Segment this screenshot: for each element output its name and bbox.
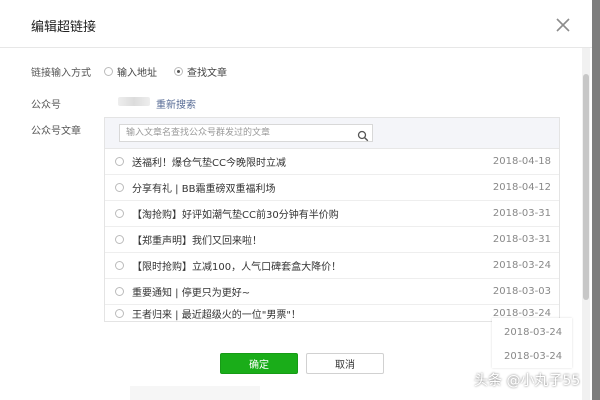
article-row[interactable]: 王者归来 | 最近超级火的一位"男票"！ 2018-03-24 xyxy=(105,300,559,326)
close-icon[interactable] xyxy=(552,14,574,36)
article-list-panel: 送福利！爆仓气垫CC今晚限时立减 2018-04-18 分享有礼 | BB霜重磅… xyxy=(104,117,560,322)
radio-unchecked-icon xyxy=(115,208,124,218)
radio-unchecked-icon xyxy=(115,234,124,244)
articles-label: 公众号文章 xyxy=(31,126,81,137)
article-title: 送福利！爆仓气垫CC今晚限时立减 xyxy=(132,157,286,169)
account-name-redacted xyxy=(118,97,150,106)
radio-enter-address-label: 输入地址 xyxy=(117,68,157,79)
article-date: 2018-04-12 xyxy=(492,181,551,193)
article-date: 2018-03-31 xyxy=(492,233,551,245)
radio-find-article[interactable]: 查找文章 xyxy=(174,64,227,79)
article-date: 2018-03-24 xyxy=(492,259,551,271)
article-date: 2018-04-18 xyxy=(492,155,551,167)
radio-unchecked-icon xyxy=(104,67,113,76)
article-row[interactable]: 【郑重声明】我们又回来啦！ 2018-03-31 xyxy=(105,226,559,253)
title-divider xyxy=(0,47,592,48)
article-date: 2018-03-24 xyxy=(504,327,563,338)
dialog-title: 编辑超链接 xyxy=(31,20,97,35)
edit-hyperlink-dialog: 编辑超链接 链接输入方式 输入地址 查找文章 公众号 重新搜索 公众号文章 输入… xyxy=(0,0,592,400)
article-date: 2018-03-03 xyxy=(492,285,551,297)
article-date: 2018-03-24 xyxy=(504,351,563,362)
article-row[interactable]: 【限时抢购】立减100，人气口碑套盒大降价！ 2018-03-24 xyxy=(105,252,559,279)
search-icon[interactable] xyxy=(357,127,369,142)
watermark-text: 头条 @小丸子55 xyxy=(474,373,581,389)
radio-enter-address[interactable]: 输入地址 xyxy=(104,64,157,79)
radio-unchecked-icon xyxy=(115,156,124,166)
article-title: 【限时抢购】立减100，人气口碑套盒大降价！ xyxy=(132,261,342,273)
article-date: 2018-03-31 xyxy=(492,207,551,219)
article-title: 王者归来 | 最近超级火的一位"男票"！ xyxy=(132,309,301,321)
article-row[interactable]: 分享有礼 | BB霜重磅双重福利场 2018-04-12 xyxy=(105,174,559,201)
link-mode-label: 链接输入方式 xyxy=(31,68,91,79)
confirm-button[interactable]: 确定 xyxy=(220,353,298,374)
radio-find-article-label: 查找文章 xyxy=(187,68,227,79)
background-content-fragment xyxy=(130,386,260,400)
research-link[interactable]: 重新搜索 xyxy=(156,96,196,111)
article-row[interactable]: 送福利！爆仓气垫CC今晚限时立减 2018-04-18 xyxy=(105,148,559,175)
article-title: 【郑重声明】我们又回来啦！ xyxy=(132,235,262,247)
scrollbar-thumb[interactable] xyxy=(583,74,589,300)
radio-unchecked-icon xyxy=(115,308,124,318)
article-date: 2018-03-24 xyxy=(492,307,551,319)
article-title: 分享有礼 | BB霜重磅双重福利场 xyxy=(132,183,276,195)
radio-unchecked-icon xyxy=(115,182,124,192)
article-title: 重要通知 | 停更只为更好~ xyxy=(132,287,251,299)
article-search-bar xyxy=(105,118,559,149)
radio-unchecked-icon xyxy=(115,286,124,296)
overlapping-list-fragment: 2018-03-24 2018-03-24 xyxy=(492,318,572,368)
radio-unchecked-icon xyxy=(115,260,124,270)
article-title: 【淘抢购】好评如潮气垫CC前30分钟有半价购 xyxy=(132,209,339,221)
radio-checked-icon xyxy=(174,67,183,76)
article-row[interactable]: 【淘抢购】好评如潮气垫CC前30分钟有半价购 2018-03-31 xyxy=(105,200,559,227)
article-search-input[interactable] xyxy=(119,124,373,142)
cancel-button[interactable]: 取消 xyxy=(306,353,384,374)
account-label: 公众号 xyxy=(31,100,61,111)
